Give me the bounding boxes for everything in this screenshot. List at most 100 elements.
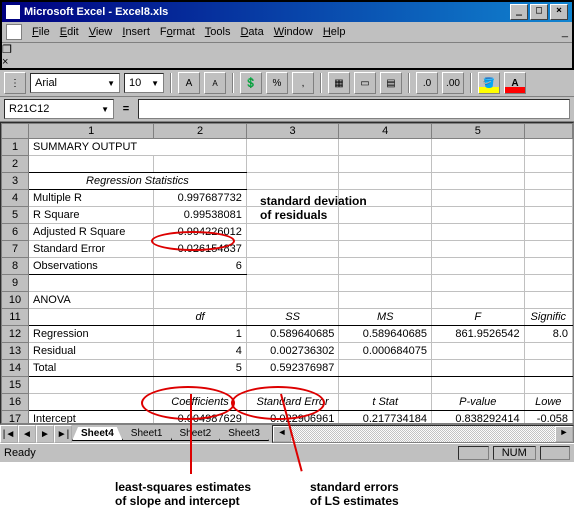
sheet-tab[interactable]: Sheet3 [219, 427, 269, 441]
tab-next-button[interactable]: ► [36, 425, 54, 443]
row-header[interactable]: 15 [2, 377, 29, 394]
cell[interactable]: 1 [154, 326, 247, 343]
menu-data[interactable]: Data [240, 26, 263, 38]
col-header[interactable]: 1 [29, 124, 154, 139]
cell[interactable]: SUMMARY OUTPUT [29, 139, 247, 156]
row-header[interactable]: 17 [2, 411, 29, 425]
cell[interactable]: Residual [29, 343, 154, 360]
cell[interactable]: SS [246, 309, 339, 326]
row-header[interactable]: 4 [2, 190, 29, 207]
row-header[interactable]: 5 [2, 207, 29, 224]
font-color-button[interactable]: A [504, 72, 526, 94]
menu-edit[interactable]: Edit [60, 26, 79, 38]
col-header[interactable]: 2 [154, 124, 247, 139]
row-header[interactable]: 8 [2, 258, 29, 275]
scroll-right-button[interactable]: ► [555, 426, 573, 442]
col-header[interactable]: 5 [431, 124, 524, 139]
titlebar[interactable]: Microsoft Excel - Excel8.xls _ □ × [2, 2, 572, 22]
toolbar-handle[interactable]: ⋮ [4, 72, 26, 94]
row-header[interactable]: 10 [2, 292, 29, 309]
cell[interactable]: Observations [29, 258, 154, 275]
row-header[interactable]: 7 [2, 241, 29, 258]
menu-help[interactable]: Help [323, 26, 346, 38]
cell[interactable]: Regression Statistics [29, 173, 247, 190]
cell[interactable]: 4 [154, 343, 247, 360]
row-header[interactable]: 2 [2, 156, 29, 173]
row-header[interactable]: 6 [2, 224, 29, 241]
cell[interactable]: Multiple R [29, 190, 154, 207]
doc-minimize-button[interactable]: _ [562, 26, 568, 38]
sheet-tab[interactable]: Sheet2 [171, 427, 221, 441]
cell[interactable]: 0.997687732 [154, 190, 247, 207]
cell[interactable]: Standard Error [29, 241, 154, 258]
spreadsheet-grid[interactable]: 1 2 3 4 5 1 SUMMARY OUTPUT 2 3 Regressio… [1, 123, 573, 424]
sheet-tab[interactable]: Sheet4 [72, 427, 123, 441]
row-header[interactable]: 1 [2, 139, 29, 156]
formula-equals[interactable]: = [116, 103, 136, 115]
cell[interactable]: 0.004987629 [154, 411, 247, 425]
cell[interactable]: 0.838292414 [431, 411, 524, 425]
cell[interactable]: R Square [29, 207, 154, 224]
cell[interactable]: 861.9526542 [431, 326, 524, 343]
doc-close-button[interactable]: × [2, 56, 572, 68]
cell[interactable]: 8.0 [524, 326, 572, 343]
row-header[interactable]: 13 [2, 343, 29, 360]
row-header[interactable]: 9 [2, 275, 29, 292]
fill-color-button[interactable]: 🪣 [478, 72, 500, 94]
cell[interactable]: Total [29, 360, 154, 377]
formula-bar[interactable] [138, 99, 570, 119]
row-header[interactable]: 3 [2, 173, 29, 190]
grid-button[interactable]: ▤ [380, 72, 402, 94]
close-button[interactable]: × [550, 4, 568, 20]
comma-button[interactable]: , [292, 72, 314, 94]
tab-prev-button[interactable]: ◄ [18, 425, 36, 443]
merge-button[interactable]: ▭ [354, 72, 376, 94]
name-box[interactable]: R21C12 ▼ [4, 99, 114, 119]
scroll-track[interactable] [291, 426, 555, 442]
borders-button[interactable]: ▦ [328, 72, 350, 94]
menu-file[interactable]: File [32, 26, 50, 38]
worksheet-area[interactable]: 1 2 3 4 5 1 SUMMARY OUTPUT 2 3 Regressio… [0, 122, 574, 424]
cell[interactable]: Lowe [524, 394, 572, 411]
menu-format[interactable]: Format [160, 26, 195, 38]
font-shrink-button[interactable]: A [204, 72, 226, 94]
cell[interactable]: ANOVA [29, 292, 154, 309]
menu-window[interactable]: Window [274, 26, 313, 38]
horizontal-scrollbar[interactable]: ◄ ► [272, 425, 574, 443]
cell[interactable]: 0.99538081 [154, 207, 247, 224]
maximize-button[interactable]: □ [530, 4, 548, 20]
row-header[interactable]: 12 [2, 326, 29, 343]
cell[interactable]: Adjusted R Square [29, 224, 154, 241]
cell[interactable]: Regression [29, 326, 154, 343]
cell[interactable]: df [154, 309, 247, 326]
menu-tools[interactable]: Tools [205, 26, 231, 38]
doc-restore-button[interactable]: ❐ [2, 43, 572, 56]
cell[interactable]: 0.026154837 [154, 241, 247, 258]
cell[interactable]: MS [339, 309, 432, 326]
currency-button[interactable]: 💲 [240, 72, 262, 94]
tab-first-button[interactable]: |◄ [0, 425, 18, 443]
row-header[interactable]: 14 [2, 360, 29, 377]
cell[interactable]: 0.217734184 [339, 411, 432, 425]
cell[interactable]: Standard Error [246, 394, 339, 411]
cell[interactable]: 0.000684075 [339, 343, 432, 360]
select-all-corner[interactable] [2, 124, 29, 139]
decrease-decimal-button[interactable]: .0 [416, 72, 438, 94]
minimize-button[interactable]: _ [510, 4, 528, 20]
tab-last-button[interactable]: ►| [54, 425, 72, 443]
row-header[interactable]: 16 [2, 394, 29, 411]
cell[interactable]: 0.002736302 [246, 343, 339, 360]
cell[interactable]: 0.022906961 [246, 411, 339, 425]
scroll-left-button[interactable]: ◄ [273, 426, 291, 442]
cell[interactable]: 0.994226012 [154, 224, 247, 241]
cell[interactable]: Coefficients [154, 394, 247, 411]
cell[interactable]: t Stat [339, 394, 432, 411]
cell[interactable]: 0.589640685 [339, 326, 432, 343]
cell[interactable]: Signific [524, 309, 572, 326]
cell[interactable]: -0.058 [524, 411, 572, 425]
cell[interactable]: P-value [431, 394, 524, 411]
cell[interactable]: F [431, 309, 524, 326]
cell[interactable]: 0.592376987 [246, 360, 339, 377]
cell[interactable]: 0.589640685 [246, 326, 339, 343]
col-header[interactable] [524, 124, 572, 139]
